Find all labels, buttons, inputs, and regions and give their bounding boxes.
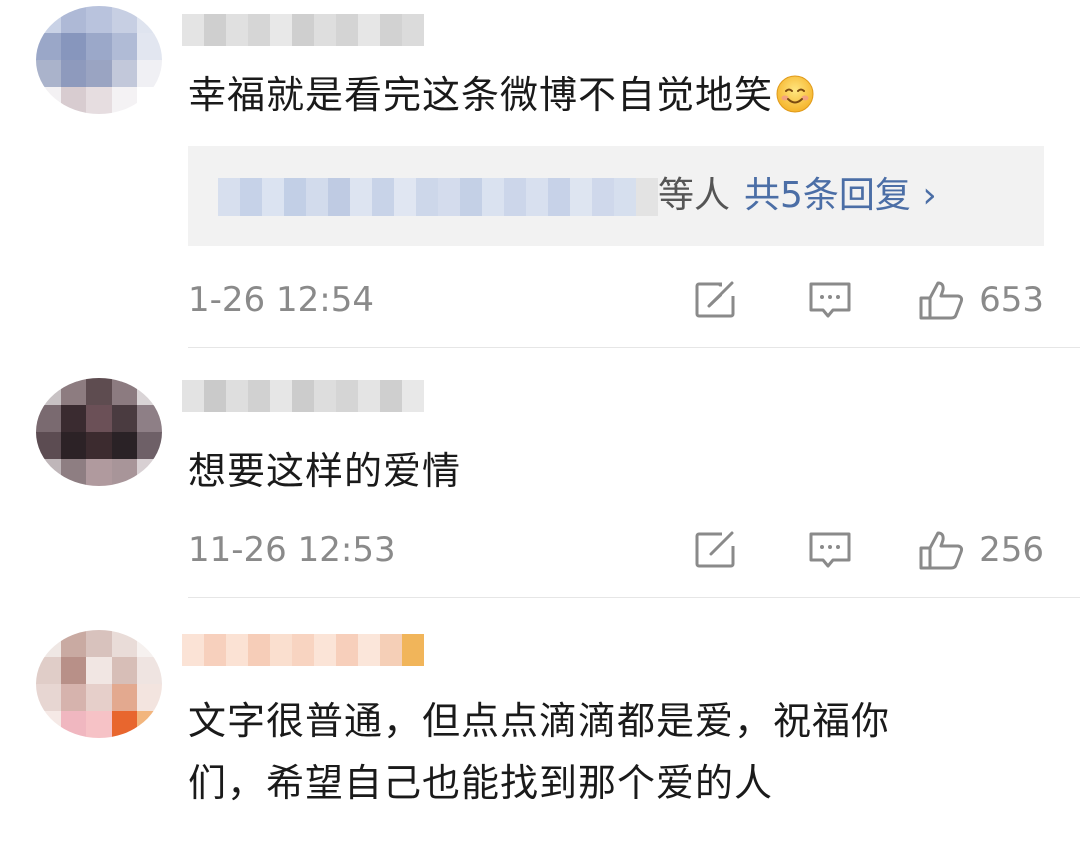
comment-text-line: 文字很普通，但点点滴滴都是爱，祝福你 (188, 699, 891, 743)
comment-icon[interactable] (808, 280, 852, 320)
comment-text: 文字很普通，但点点滴滴都是爱，祝福你 们，希望自己也能找到那个爱的人 (188, 690, 890, 814)
like-count: 256 (979, 530, 1044, 570)
comment-meta: 11-26 12:53 256 (188, 522, 1044, 578)
thumbs-up-icon[interactable] (918, 280, 966, 320)
view-replies-link[interactable]: 共5条回复 › (744, 170, 937, 222)
avatar[interactable] (36, 378, 162, 486)
share-icon[interactable] (694, 530, 738, 570)
thumbs-up-icon[interactable] (918, 530, 966, 570)
comment-timestamp: 1-26 12:54 (188, 280, 374, 320)
like-count: 653 (979, 280, 1044, 320)
comment-text-line: 们，希望自己也能找到那个爱的人 (188, 761, 774, 805)
comment-text-content: 幸福就是看完这条微博不自觉地笑 (188, 73, 774, 117)
username-blurred[interactable] (182, 14, 424, 46)
share-icon[interactable] (694, 280, 738, 320)
smiling-face-icon (776, 75, 814, 113)
comment-item: 幸福就是看完这条微博不自觉地笑 等人 共5条回复 › 1-26 12:54 65… (0, 0, 1080, 347)
comment-meta: 1-26 12:54 653 (188, 272, 1044, 328)
reply-users-blurred (218, 178, 658, 216)
comment-text: 幸福就是看完这条微博不自觉地笑 (188, 64, 815, 126)
reply-users-suffix: 等人 (658, 175, 731, 216)
username-blurred[interactable] (182, 380, 424, 412)
reply-preview-box[interactable]: 等人 共5条回复 › (188, 146, 1044, 246)
avatar[interactable] (36, 6, 162, 114)
comment-icon[interactable] (808, 530, 852, 570)
username-blurred[interactable] (182, 634, 424, 666)
comment-item: 想要这样的爱情 11-26 12:53 256 (0, 348, 1080, 598)
avatar[interactable] (36, 630, 162, 738)
comment-item: 文字很普通，但点点滴滴都是爱，祝福你 们，希望自己也能找到那个爱的人 (0, 598, 1080, 843)
comment-timestamp: 11-26 12:53 (188, 530, 396, 570)
comment-text: 想要这样的爱情 (188, 449, 462, 493)
